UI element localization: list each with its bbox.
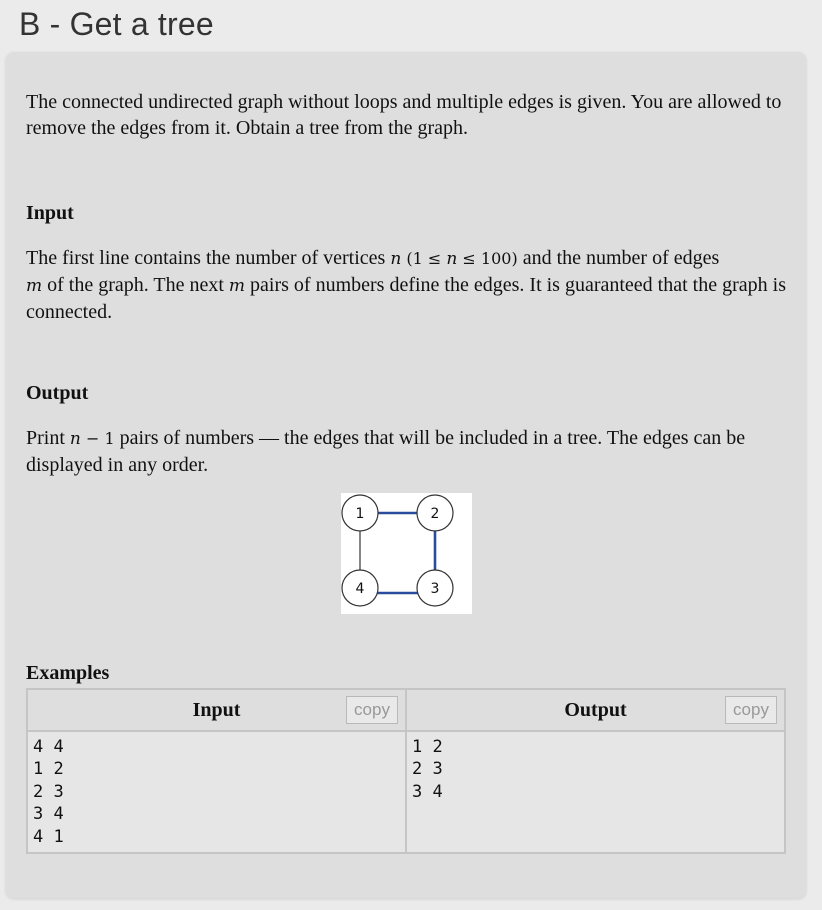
output-heading: Output: [26, 382, 89, 404]
graph-node-3: 3: [416, 569, 454, 607]
svg-text:2: 2: [431, 506, 440, 522]
copy-output-button[interactable]: copy: [725, 696, 777, 724]
input-heading: Input: [26, 202, 74, 224]
example-input-cell: 4 4 1 2 2 3 3 4 4 1: [26, 729, 407, 855]
problem-card: The connected undirected graph without l…: [6, 52, 806, 898]
output-description: Print n − 1 pairs of numbers — the edges…: [26, 427, 746, 476]
example-input-data: 4 4 1 2 2 3 3 4 4 1: [33, 737, 64, 847]
svg-text:4: 4: [356, 581, 365, 597]
examples-output-header: Output copy: [405, 688, 786, 732]
examples-heading: Examples: [26, 662, 110, 684]
example-output-data: 1 2 2 3 3 4: [412, 737, 443, 802]
graph-node-4: 4: [341, 569, 379, 607]
copy-input-button[interactable]: copy: [346, 696, 398, 724]
problem-statement: The connected undirected graph without l…: [26, 91, 782, 139]
svg-text:3: 3: [431, 581, 440, 597]
graph-illustration: 1 2 3 4: [341, 493, 472, 614]
example-output-cell: 1 2 2 3 3 4: [405, 729, 786, 855]
graph-node-2: 2: [416, 494, 454, 532]
page-title: B - Get a tree: [19, 6, 214, 42]
svg-text:1: 1: [356, 506, 365, 522]
examples-input-header: Input copy: [26, 688, 407, 732]
examples-table: Input copy Output copy 4 4 1 2 2 3 3 4 4…: [26, 688, 786, 855]
graph-node-1: 1: [341, 494, 379, 532]
input-description: The first line contains the number of ve…: [26, 247, 786, 323]
